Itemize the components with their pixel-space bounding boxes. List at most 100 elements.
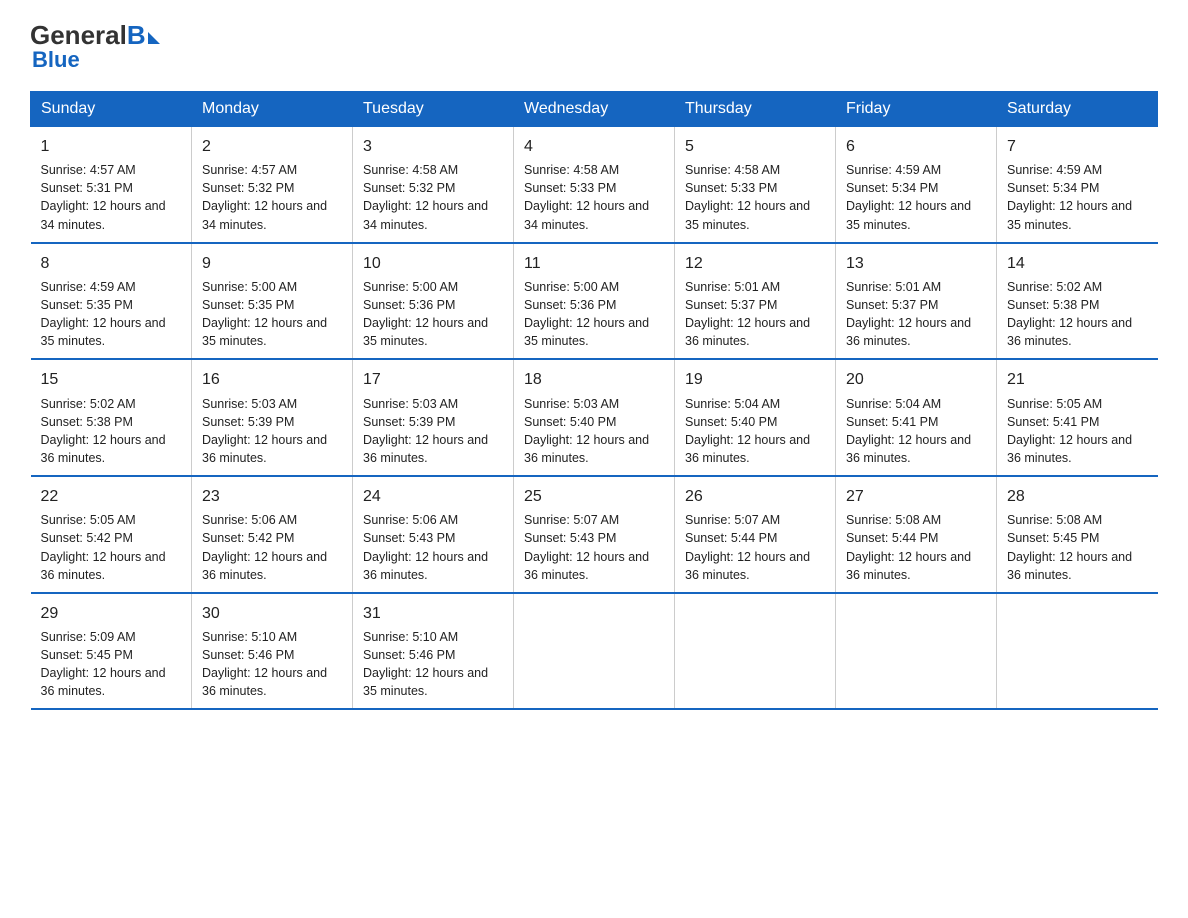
- calendar-cell: 10Sunrise: 5:00 AMSunset: 5:36 PMDayligh…: [353, 243, 514, 360]
- weekday-header-saturday: Saturday: [997, 92, 1158, 127]
- calendar-table: SundayMondayTuesdayWednesdayThursdayFrid…: [30, 91, 1158, 710]
- calendar-cell: 1Sunrise: 4:57 AMSunset: 5:31 PMDaylight…: [31, 127, 192, 243]
- logo-blue-subtitle: Blue: [32, 47, 80, 73]
- weekday-header-friday: Friday: [836, 92, 997, 127]
- calendar-cell: 30Sunrise: 5:10 AMSunset: 5:46 PMDayligh…: [192, 593, 353, 710]
- day-info: Sunrise: 5:09 AMSunset: 5:45 PMDaylight:…: [41, 628, 182, 701]
- day-info: Sunrise: 4:58 AMSunset: 5:32 PMDaylight:…: [363, 161, 503, 234]
- day-number: 18: [524, 368, 664, 391]
- calendar-cell: 19 Sunrise: 5:04 AMSunset: 5:40 PMDayligh…: [675, 359, 836, 476]
- day-info: Sunrise: 4:59 AMSunset: 5:34 PMDaylight:…: [846, 161, 986, 234]
- day-number: 26: [685, 485, 825, 508]
- calendar-cell: 25 Sunrise: 5:07 AMSunset: 5:43 PMDayligh…: [514, 476, 675, 593]
- day-info: Sunrise: 5:08 AMSunset: 5:45 PMDaylight:…: [1007, 511, 1148, 584]
- calendar-cell: 2 Sunrise: 4:57 AMSunset: 5:32 PMDaylight…: [192, 127, 353, 243]
- logo-triangle-icon: [148, 32, 160, 44]
- day-number: 23: [202, 485, 342, 508]
- calendar-cell: 20 Sunrise: 5:04 AMSunset: 5:41 PMDayligh…: [836, 359, 997, 476]
- day-number: 28: [1007, 485, 1148, 508]
- calendar-cell: [675, 593, 836, 710]
- calendar-cell: 15 Sunrise: 5:02 AMSunset: 5:38 PMDayligh…: [31, 359, 192, 476]
- day-info: Sunrise: 5:08 AMSunset: 5:44 PMDaylight:…: [846, 511, 986, 584]
- day-info: Sunrise: 5:07 AMSunset: 5:43 PMDaylight:…: [524, 511, 664, 584]
- calendar-cell: 12 Sunrise: 5:01 AMSunset: 5:37 PMDayligh…: [675, 243, 836, 360]
- day-number: 27: [846, 485, 986, 508]
- day-info: Sunrise: 5:06 AMSunset: 5:42 PMDaylight:…: [202, 511, 342, 584]
- day-number: 15: [41, 368, 182, 391]
- day-number: 31: [363, 602, 503, 625]
- calendar-cell: 22 Sunrise: 5:05 AMSunset: 5:42 PMDayligh…: [31, 476, 192, 593]
- day-info: Sunrise: 5:03 AMSunset: 5:40 PMDaylight:…: [524, 395, 664, 468]
- calendar-cell: 23 Sunrise: 5:06 AMSunset: 5:42 PMDayligh…: [192, 476, 353, 593]
- day-info: Sunrise: 5:00 AMSunset: 5:36 PMDaylight:…: [524, 278, 664, 351]
- calendar-week-row: 8Sunrise: 4:59 AMSunset: 5:35 PMDaylight…: [31, 243, 1158, 360]
- calendar-cell: 18 Sunrise: 5:03 AMSunset: 5:40 PMDayligh…: [514, 359, 675, 476]
- day-info: Sunrise: 5:04 AMSunset: 5:41 PMDaylight:…: [846, 395, 986, 468]
- weekday-header-wednesday: Wednesday: [514, 92, 675, 127]
- day-info: Sunrise: 5:02 AMSunset: 5:38 PMDaylight:…: [41, 395, 182, 468]
- calendar-cell: 13Sunrise: 5:01 AMSunset: 5:37 PMDayligh…: [836, 243, 997, 360]
- day-info: Sunrise: 5:02 AMSunset: 5:38 PMDaylight:…: [1007, 278, 1148, 351]
- day-number: 2: [202, 135, 342, 158]
- day-number: 5: [685, 135, 825, 158]
- calendar-cell: 29 Sunrise: 5:09 AMSunset: 5:45 PMDayligh…: [31, 593, 192, 710]
- calendar-cell: 27 Sunrise: 5:08 AMSunset: 5:44 PMDayligh…: [836, 476, 997, 593]
- day-number: 29: [41, 602, 182, 625]
- day-number: 13: [846, 252, 986, 275]
- calendar-cell: 16Sunrise: 5:03 AMSunset: 5:39 PMDayligh…: [192, 359, 353, 476]
- day-number: 9: [202, 252, 342, 275]
- calendar-cell: 24 Sunrise: 5:06 AMSunset: 5:43 PMDayligh…: [353, 476, 514, 593]
- day-info: Sunrise: 5:05 AMSunset: 5:42 PMDaylight:…: [41, 511, 182, 584]
- calendar-cell: 6 Sunrise: 4:59 AMSunset: 5:34 PMDaylight…: [836, 127, 997, 243]
- day-info: Sunrise: 5:07 AMSunset: 5:44 PMDaylight:…: [685, 511, 825, 584]
- calendar-week-row: 22 Sunrise: 5:05 AMSunset: 5:42 PMDayligh…: [31, 476, 1158, 593]
- calendar-cell: 8Sunrise: 4:59 AMSunset: 5:35 PMDaylight…: [31, 243, 192, 360]
- day-number: 22: [41, 485, 182, 508]
- weekday-header-row: SundayMondayTuesdayWednesdayThursdayFrid…: [31, 92, 1158, 127]
- day-number: 8: [41, 252, 182, 275]
- day-number: 10: [363, 252, 503, 275]
- day-info: Sunrise: 4:57 AMSunset: 5:32 PMDaylight:…: [202, 161, 342, 234]
- calendar-cell: 26 Sunrise: 5:07 AMSunset: 5:44 PMDayligh…: [675, 476, 836, 593]
- calendar-cell: 17 Sunrise: 5:03 AMSunset: 5:39 PMDayligh…: [353, 359, 514, 476]
- day-info: Sunrise: 4:59 AMSunset: 5:34 PMDaylight:…: [1007, 161, 1148, 234]
- day-info: Sunrise: 5:04 AMSunset: 5:40 PMDaylight:…: [685, 395, 825, 468]
- day-number: 3: [363, 135, 503, 158]
- day-number: 19: [685, 368, 825, 391]
- calendar-cell: 31 Sunrise: 5:10 AMSunset: 5:46 PMDayligh…: [353, 593, 514, 710]
- day-number: 12: [685, 252, 825, 275]
- logo-b-letter: B: [127, 20, 146, 51]
- day-info: Sunrise: 5:10 AMSunset: 5:46 PMDaylight:…: [363, 628, 503, 701]
- weekday-header-sunday: Sunday: [31, 92, 192, 127]
- page-header: GeneralB Blue: [30, 20, 1158, 73]
- day-number: 24: [363, 485, 503, 508]
- calendar-week-row: 1Sunrise: 4:57 AMSunset: 5:31 PMDaylight…: [31, 127, 1158, 243]
- day-info: Sunrise: 4:57 AMSunset: 5:31 PMDaylight:…: [41, 161, 182, 234]
- day-info: Sunrise: 5:03 AMSunset: 5:39 PMDaylight:…: [202, 395, 342, 468]
- day-info: Sunrise: 5:03 AMSunset: 5:39 PMDaylight:…: [363, 395, 503, 468]
- weekday-header-thursday: Thursday: [675, 92, 836, 127]
- calendar-cell: 21Sunrise: 5:05 AMSunset: 5:41 PMDayligh…: [997, 359, 1158, 476]
- day-number: 14: [1007, 252, 1148, 275]
- day-info: Sunrise: 5:05 AMSunset: 5:41 PMDaylight:…: [1007, 395, 1148, 468]
- day-info: Sunrise: 5:01 AMSunset: 5:37 PMDaylight:…: [685, 278, 825, 351]
- calendar-cell: 4 Sunrise: 4:58 AMSunset: 5:33 PMDaylight…: [514, 127, 675, 243]
- day-number: 4: [524, 135, 664, 158]
- day-info: Sunrise: 5:00 AMSunset: 5:35 PMDaylight:…: [202, 278, 342, 351]
- day-number: 11: [524, 252, 664, 275]
- calendar-cell: 5Sunrise: 4:58 AMSunset: 5:33 PMDaylight…: [675, 127, 836, 243]
- weekday-header-monday: Monday: [192, 92, 353, 127]
- day-number: 6: [846, 135, 986, 158]
- day-info: Sunrise: 4:58 AMSunset: 5:33 PMDaylight:…: [524, 161, 664, 234]
- day-number: 17: [363, 368, 503, 391]
- calendar-cell: 14 Sunrise: 5:02 AMSunset: 5:38 PMDayligh…: [997, 243, 1158, 360]
- weekday-header-tuesday: Tuesday: [353, 92, 514, 127]
- day-number: 30: [202, 602, 342, 625]
- day-number: 25: [524, 485, 664, 508]
- day-number: 20: [846, 368, 986, 391]
- calendar-cell: 11 Sunrise: 5:00 AMSunset: 5:36 PMDayligh…: [514, 243, 675, 360]
- logo: GeneralB Blue: [30, 20, 160, 73]
- calendar-cell: 9 Sunrise: 5:00 AMSunset: 5:35 PMDaylight…: [192, 243, 353, 360]
- calendar-week-row: 15 Sunrise: 5:02 AMSunset: 5:38 PMDayligh…: [31, 359, 1158, 476]
- day-info: Sunrise: 5:06 AMSunset: 5:43 PMDaylight:…: [363, 511, 503, 584]
